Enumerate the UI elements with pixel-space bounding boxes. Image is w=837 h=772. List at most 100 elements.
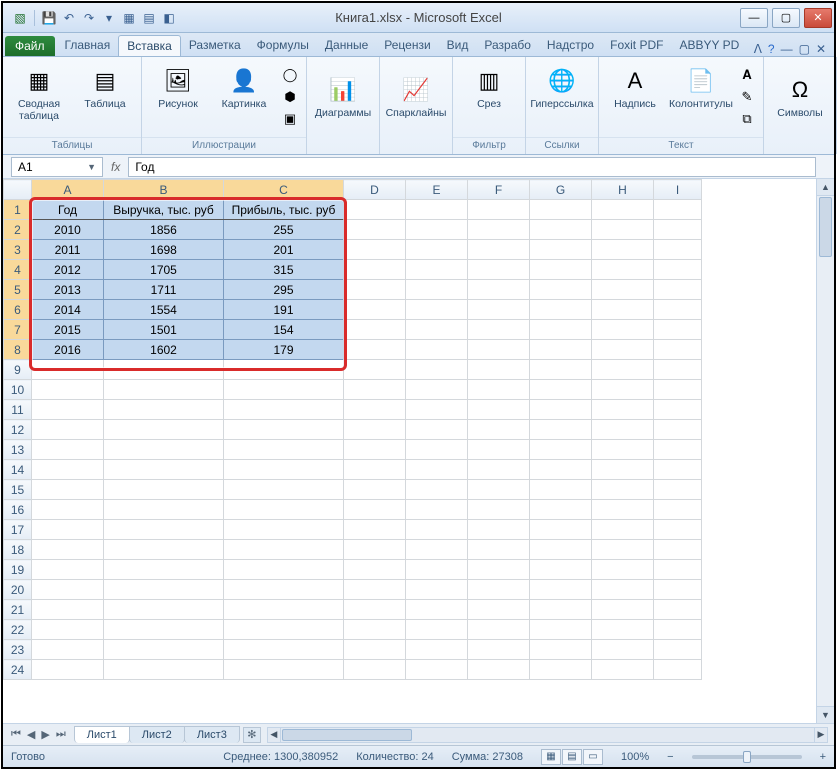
cell-B21[interactable]	[104, 600, 224, 620]
cell-G12[interactable]	[530, 420, 592, 440]
horizontal-scrollbar[interactable]: ◀ ▶	[267, 727, 828, 743]
cell-C13[interactable]	[224, 440, 344, 460]
cell-C24[interactable]	[224, 660, 344, 680]
ribbon-tab-разметка[interactable]: Разметка	[181, 35, 249, 56]
zoom-level[interactable]: 100%	[621, 751, 649, 763]
row-header-24[interactable]: 24	[4, 660, 32, 680]
cell-F2[interactable]	[468, 220, 530, 240]
cell-E13[interactable]	[406, 440, 468, 460]
cell-E16[interactable]	[406, 500, 468, 520]
cell-B3[interactable]: 1698	[104, 240, 224, 260]
cell-A18[interactable]	[32, 540, 104, 560]
cell-F20[interactable]	[468, 580, 530, 600]
ribbon-tab-abbyy pd[interactable]: ABBYY PD	[671, 35, 747, 56]
cell-B14[interactable]	[104, 460, 224, 480]
cell-B16[interactable]	[104, 500, 224, 520]
cell-F1[interactable]	[468, 200, 530, 220]
cell-I21[interactable]	[654, 600, 702, 620]
cell-H7[interactable]	[592, 320, 654, 340]
cell-H23[interactable]	[592, 640, 654, 660]
screenshot-icon[interactable]: ▣	[280, 109, 300, 129]
cell-A17[interactable]	[32, 520, 104, 540]
cell-A8[interactable]: 2016	[32, 340, 104, 360]
cell-I24[interactable]	[654, 660, 702, 680]
cell-H17[interactable]	[592, 520, 654, 540]
col-header-C[interactable]: C	[224, 180, 344, 200]
cell-D7[interactable]	[344, 320, 406, 340]
row-header-21[interactable]: 21	[4, 600, 32, 620]
row-header-22[interactable]: 22	[4, 620, 32, 640]
cell-C5[interactable]: 295	[224, 280, 344, 300]
cell-D20[interactable]	[344, 580, 406, 600]
cell-C15[interactable]	[224, 480, 344, 500]
cell-E17[interactable]	[406, 520, 468, 540]
cell-C14[interactable]	[224, 460, 344, 480]
cell-A22[interactable]	[32, 620, 104, 640]
cell-I1[interactable]	[654, 200, 702, 220]
row-header-19[interactable]: 19	[4, 560, 32, 580]
cell-H12[interactable]	[592, 420, 654, 440]
cell-G18[interactable]	[530, 540, 592, 560]
cell-B2[interactable]: 1856	[104, 220, 224, 240]
clipart-button[interactable]: 👤Картинка	[214, 61, 274, 133]
cell-D24[interactable]	[344, 660, 406, 680]
cell-H1[interactable]	[592, 200, 654, 220]
cell-B20[interactable]	[104, 580, 224, 600]
ribbon-tab-вставка[interactable]: Вставка	[118, 35, 181, 56]
hyperlink-button[interactable]: 🌐Гиперссылка	[532, 61, 592, 133]
row-header-17[interactable]: 17	[4, 520, 32, 540]
vertical-scrollbar[interactable]: ▲ ▼	[816, 179, 834, 723]
cell-H4[interactable]	[592, 260, 654, 280]
cell-C23[interactable]	[224, 640, 344, 660]
cell-E20[interactable]	[406, 580, 468, 600]
cell-B9[interactable]	[104, 360, 224, 380]
sheet-tab-Лист2[interactable]: Лист2	[129, 726, 185, 743]
cell-F16[interactable]	[468, 500, 530, 520]
add-sheet-button[interactable]: ✻	[243, 727, 261, 743]
vscroll-thumb[interactable]	[819, 197, 832, 257]
cell-H11[interactable]	[592, 400, 654, 420]
cell-A1[interactable]: Год	[32, 200, 104, 220]
ribbon-tab-формулы[interactable]: Формулы	[249, 35, 317, 56]
cell-G2[interactable]	[530, 220, 592, 240]
cell-A24[interactable]	[32, 660, 104, 680]
cell-I20[interactable]	[654, 580, 702, 600]
row-header-1[interactable]: 1	[4, 200, 32, 220]
name-box[interactable]: A1 ▼	[11, 157, 103, 177]
slicer-button[interactable]: ▥Срез	[459, 61, 519, 133]
cell-A14[interactable]	[32, 460, 104, 480]
cell-G11[interactable]	[530, 400, 592, 420]
cell-D21[interactable]	[344, 600, 406, 620]
scroll-down-icon[interactable]: ▼	[817, 706, 834, 723]
cell-H13[interactable]	[592, 440, 654, 460]
cell-A13[interactable]	[32, 440, 104, 460]
cell-D12[interactable]	[344, 420, 406, 440]
cell-E15[interactable]	[406, 480, 468, 500]
cell-B17[interactable]	[104, 520, 224, 540]
cell-I19[interactable]	[654, 560, 702, 580]
cell-A9[interactable]	[32, 360, 104, 380]
col-header-I[interactable]: I	[654, 180, 702, 200]
cell-H14[interactable]	[592, 460, 654, 480]
cell-C22[interactable]	[224, 620, 344, 640]
cell-F19[interactable]	[468, 560, 530, 580]
col-header-F[interactable]: F	[468, 180, 530, 200]
cell-F7[interactable]	[468, 320, 530, 340]
cell-B7[interactable]: 1501	[104, 320, 224, 340]
sheet-tab-Лист1[interactable]: Лист1	[74, 726, 130, 743]
cell-F3[interactable]	[468, 240, 530, 260]
cell-C21[interactable]	[224, 600, 344, 620]
cell-E4[interactable]	[406, 260, 468, 280]
headerfooter-button[interactable]: 📄Колонтитулы	[671, 61, 731, 133]
cell-A19[interactable]	[32, 560, 104, 580]
cell-H20[interactable]	[592, 580, 654, 600]
qat-more-icon[interactable]: ▾	[100, 9, 118, 27]
cell-E5[interactable]	[406, 280, 468, 300]
cell-H5[interactable]	[592, 280, 654, 300]
cell-C12[interactable]	[224, 420, 344, 440]
cell-A21[interactable]	[32, 600, 104, 620]
row-header-12[interactable]: 12	[4, 420, 32, 440]
cell-H10[interactable]	[592, 380, 654, 400]
cell-A3[interactable]: 2011	[32, 240, 104, 260]
cell-G7[interactable]	[530, 320, 592, 340]
